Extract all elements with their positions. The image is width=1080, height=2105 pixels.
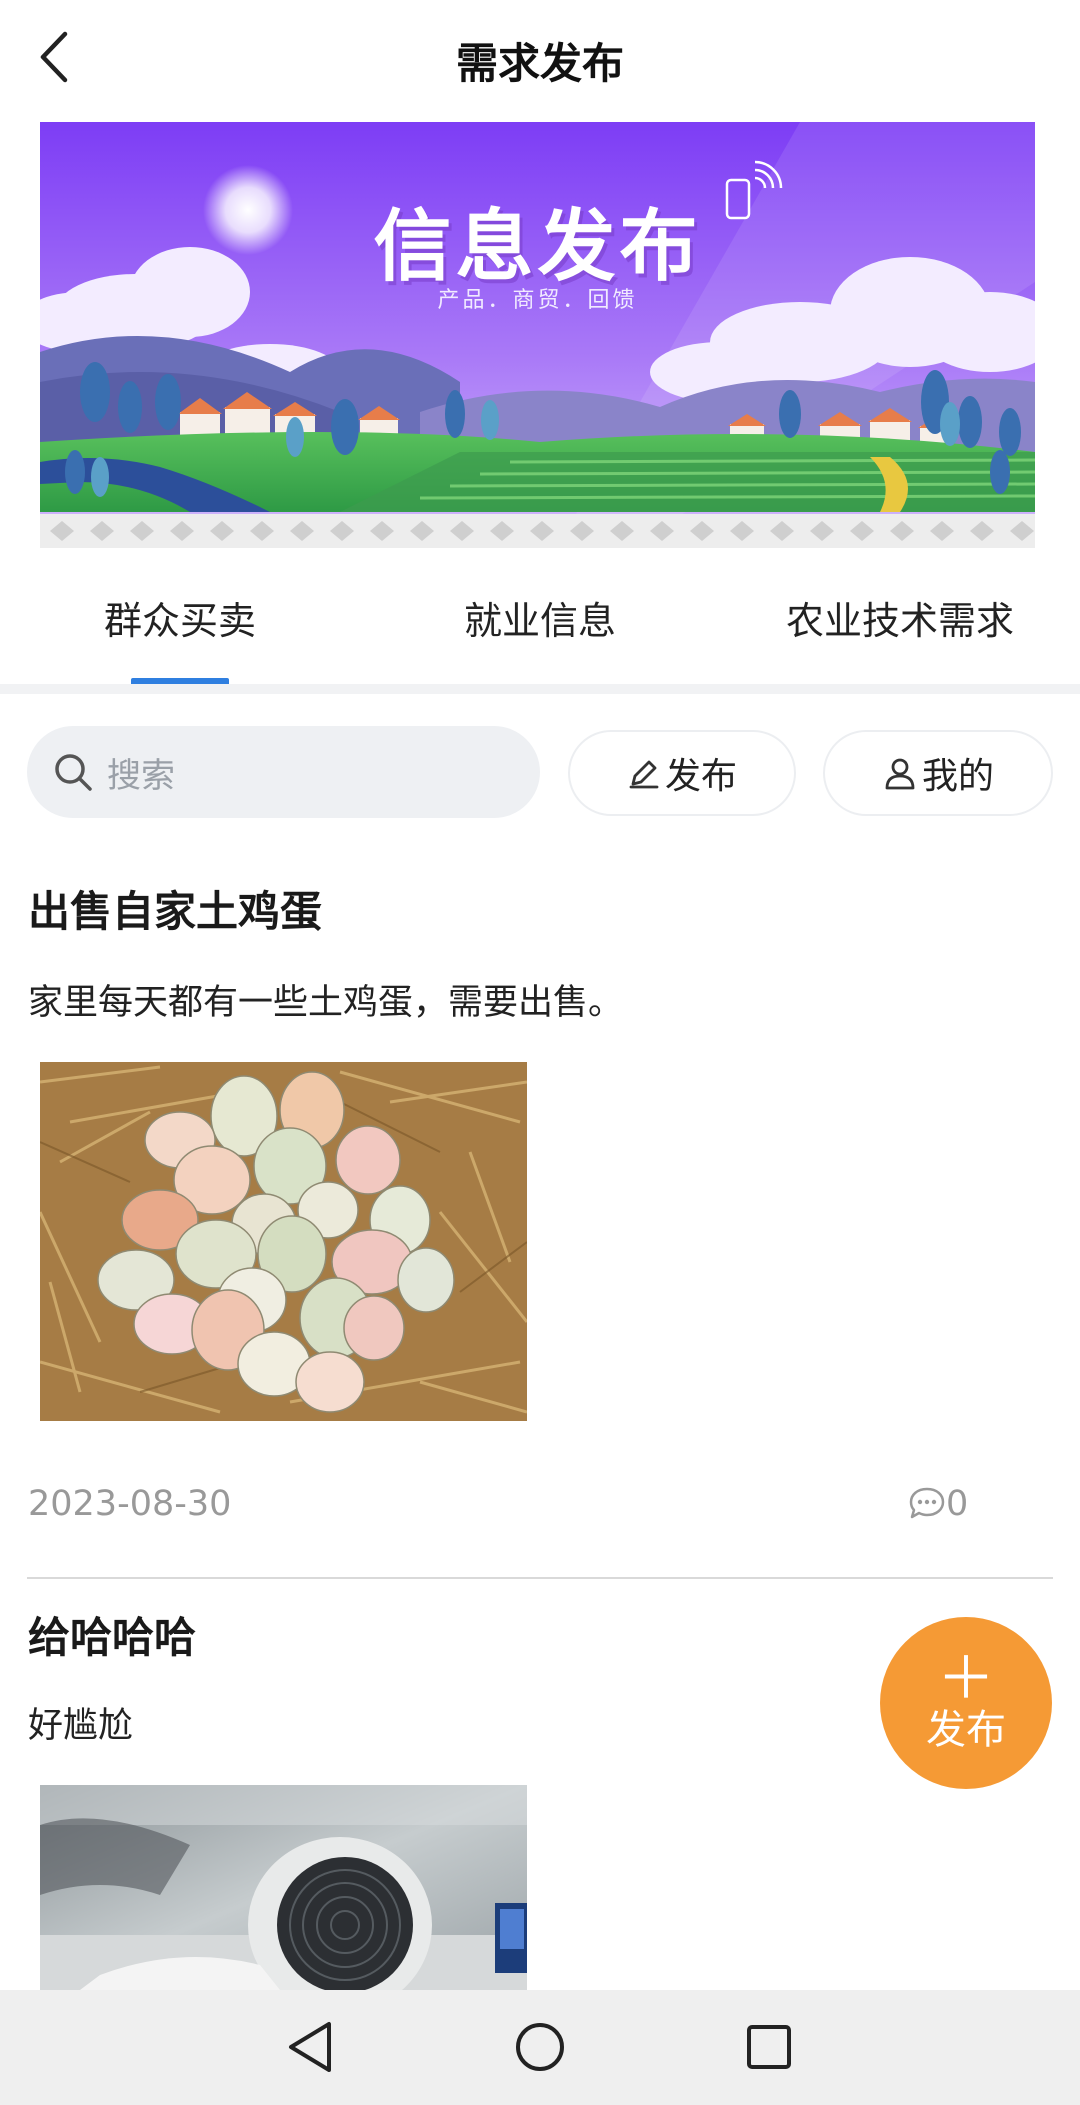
circle-home-icon — [516, 2023, 564, 2071]
phone-signal-icon — [725, 160, 783, 220]
mine-button[interactable]: 我的 — [823, 730, 1053, 816]
post-date: 2023-08-30 — [28, 1484, 232, 1524]
banner-image: 信息发布 产品．商贸．回馈 — [40, 122, 1035, 548]
post-comments[interactable]: 0 — [908, 1484, 968, 1524]
banner-title: 信息发布 — [373, 201, 702, 292]
section-divider — [0, 684, 1080, 694]
post-description: 好尴尬 — [28, 1706, 134, 1746]
post-title[interactable]: 出售自家土鸡蛋 — [28, 878, 322, 939]
post-image[interactable] — [40, 1785, 527, 1990]
tab-buy-sell[interactable]: 群众买卖 — [0, 560, 360, 688]
comment-icon — [909, 1487, 945, 1519]
square-recents-icon — [747, 2025, 791, 2069]
post-description: 家里每天都有一些土鸡蛋，需要出售。 — [28, 983, 624, 1023]
nav-home-button[interactable] — [505, 2012, 575, 2082]
post-divider — [27, 1577, 1053, 1579]
page-title: 需求发布 — [455, 39, 624, 88]
banner-subtitle: 产品．商贸．回馈 — [437, 288, 638, 313]
tab-jobs[interactable]: 就业信息 — [360, 560, 720, 688]
triangle-back-icon — [289, 2022, 331, 2072]
comment-count: 0 — [946, 1484, 969, 1524]
user-icon — [885, 758, 915, 790]
search-input[interactable]: 搜索 — [27, 726, 540, 818]
mine-button-label: 我的 — [921, 756, 994, 797]
publish-button[interactable]: 发布 — [568, 730, 796, 816]
nav-recents-button[interactable] — [734, 2012, 804, 2082]
plus-icon: ＋ — [936, 1644, 995, 1712]
search-placeholder: 搜索 — [107, 755, 175, 796]
nav-back-button[interactable] — [275, 2012, 345, 2082]
fab-label: 发布 — [926, 1707, 1006, 1753]
post-title[interactable]: 给哈哈哈 — [28, 1604, 196, 1665]
pencil-icon — [629, 760, 659, 789]
app-header: 需求发布 — [0, 0, 1080, 118]
floating-publish-button[interactable]: ＋ 发布 — [880, 1617, 1052, 1789]
system-nav-bar — [0, 1990, 1080, 2105]
search-icon — [55, 754, 92, 791]
publish-button-label: 发布 — [664, 756, 737, 797]
category-tabs: 群众买卖 就业信息 农业技术需求 — [0, 560, 1080, 688]
post-image[interactable] — [40, 1062, 527, 1421]
tab-agri-tech[interactable]: 农业技术需求 — [720, 560, 1080, 688]
